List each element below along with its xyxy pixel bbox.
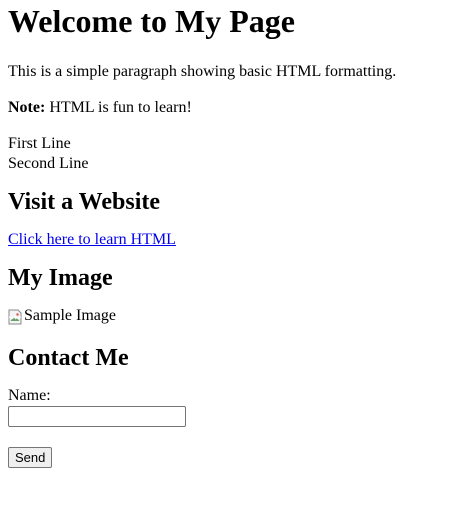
name-input[interactable] (8, 406, 186, 427)
intro-paragraph: This is a simple paragraph showing basic… (8, 63, 397, 80)
image-paragraph: Sample Image (8, 306, 464, 330)
image-heading: My Image (8, 265, 113, 291)
line-break-paragraph: First Line Second Line (8, 134, 464, 174)
visit-heading: Visit a Website (8, 189, 161, 215)
image-alt-text: Sample Image (24, 307, 116, 324)
second-line-text: Second Line (8, 155, 89, 172)
send-button[interactable]: Send (8, 447, 53, 468)
note-text: HTML is fun to learn! (45, 99, 192, 116)
page-title: Welcome to My Page (8, 3, 295, 39)
note-label: Note: (8, 99, 46, 116)
contact-form: Name: Send (8, 386, 464, 468)
contact-heading: Contact Me (8, 345, 129, 371)
sample-image: Sample Image (8, 306, 116, 326)
broken-image-icon (8, 308, 22, 325)
first-line-text: First Line (8, 135, 71, 152)
send-row: Send (8, 447, 464, 468)
learn-html-link[interactable]: Click here to learn HTML (8, 231, 176, 248)
link-paragraph: Click here to learn HTML (8, 230, 464, 250)
note-paragraph: Note: HTML is fun to learn! (8, 98, 464, 118)
name-label: Name: (8, 387, 51, 404)
page-content: Welcome to My Page This is a simple para… (0, 0, 472, 468)
